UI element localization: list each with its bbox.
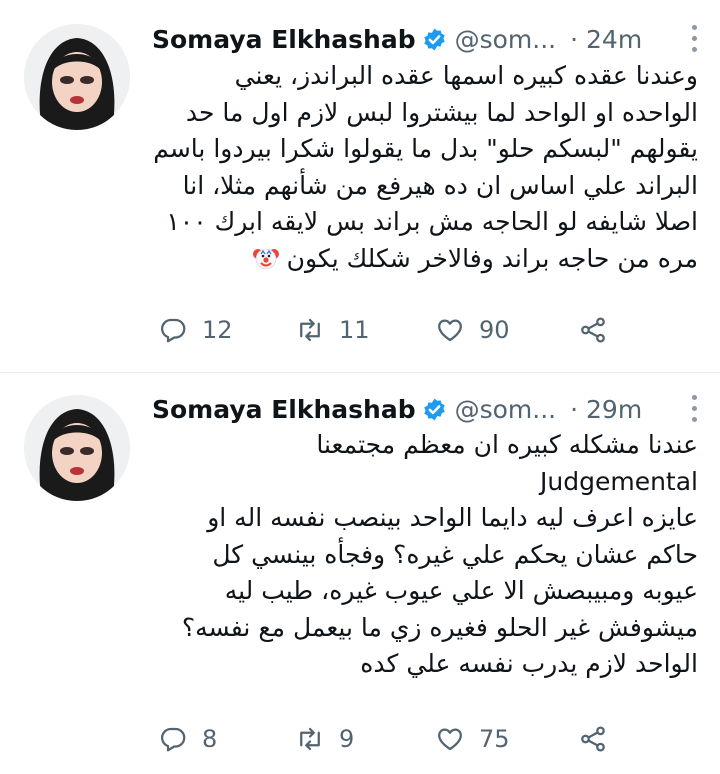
tweet-text: عندنا مشكله كبيره ان معظم مجتمعنا Judgem… <box>150 427 698 683</box>
retweet-icon <box>300 727 320 751</box>
verified-badge-icon <box>423 28 445 50</box>
tweet-line: مره من حاجه براند وفالاخر شكلك يكون <box>286 243 698 273</box>
tweet-2[interactable]: Somaya Elkhashab @som... · 29m عندنا مشك… <box>0 373 720 774</box>
retweet-count: 9 <box>339 725 355 753</box>
author-name[interactable]: Somaya Elkhashab <box>152 395 416 424</box>
author-name[interactable]: Somaya Elkhashab <box>152 25 416 54</box>
tweet-1[interactable]: Somaya Elkhashab @som... · 24m وعندنا عق… <box>0 0 720 372</box>
retweet-button[interactable]: 11 <box>295 310 370 350</box>
tweet-line: عايزه اعرف ليه دايما الواحد بينصب نفسه ا… <box>207 503 698 532</box>
tweet-actions: 8 9 75 <box>150 719 710 759</box>
tweet-line: اصلا شايفه لو الحاجه مش براند بس لايقه ا… <box>166 207 698 236</box>
reply-button[interactable]: 8 <box>158 719 217 759</box>
tweet-line: البراند علي اساس ان ده هيرفع من شأنهم مث… <box>182 170 698 200</box>
author-handle[interactable]: @som... <box>455 395 557 424</box>
avatar[interactable] <box>24 395 130 501</box>
tweet-line: Judgemental <box>540 466 698 496</box>
tweet-actions: 12 11 90 <box>150 310 710 350</box>
tweet-line: عيوبه ومبيبصش الا علي عيوب غيره، طيب ليه <box>224 576 698 605</box>
clown-face-icon <box>252 248 279 269</box>
like-icon <box>438 728 462 751</box>
tweet-text: وعندنا عقده كبيره اسمها عقده البراندز، ي… <box>150 58 698 277</box>
share-icon <box>581 726 605 752</box>
tweet-line-last: مره من حاجه براند وفالاخر شكلك يكون <box>150 241 698 278</box>
avatar-image <box>24 24 130 130</box>
tweet-line: يقولهم "لبسكم حلو" بدل ما يقولوا شكرا بي… <box>153 134 698 163</box>
tweet-time[interactable]: · 24m <box>570 25 642 54</box>
reply-button[interactable]: 12 <box>158 310 233 350</box>
like-button[interactable]: 90 <box>435 310 510 350</box>
tweet-line: الواحده او الواحد لما بيشتروا لبس لازم ا… <box>185 97 698 127</box>
retweet-icon <box>300 318 320 342</box>
tweet-time[interactable]: · 29m <box>570 395 642 424</box>
reply-icon <box>161 727 186 752</box>
tweet-line: وعندنا عقده كبيره اسمها عقده البراندز، ي… <box>234 61 698 90</box>
more-icon[interactable] <box>690 394 698 424</box>
tweet-header: Somaya Elkhashab @som... · 24m <box>152 17 720 61</box>
avatar-image <box>24 395 130 501</box>
share-button[interactable] <box>578 310 622 350</box>
tweet-line: ميشوفش غير الحلو فغيره زي ما بيعمل مع نف… <box>181 612 698 642</box>
reply-icon <box>161 318 186 343</box>
like-count: 75 <box>479 725 510 753</box>
tweet-line: عندنا مشكله كبيره ان معظم مجتمعنا <box>316 430 698 459</box>
like-count: 90 <box>479 316 510 344</box>
share-icon <box>581 317 605 343</box>
tweet-header: Somaya Elkhashab @som... · 29m <box>152 387 720 431</box>
retweet-button[interactable]: 9 <box>295 719 354 759</box>
like-button[interactable]: 75 <box>435 719 510 759</box>
reply-count: 8 <box>202 725 218 753</box>
more-icon[interactable] <box>690 24 698 54</box>
tweet-line: الواحد لازم يدرب نفسه علي كده <box>360 649 698 678</box>
share-button[interactable] <box>578 719 622 759</box>
reply-count: 12 <box>202 316 233 344</box>
retweet-count: 11 <box>339 316 370 344</box>
verified-badge-icon <box>423 398 445 420</box>
like-icon <box>438 319 462 342</box>
avatar[interactable] <box>24 24 130 130</box>
author-handle[interactable]: @som... <box>455 25 557 54</box>
tweet-line: حاكم عشان يحكم علي غيره؟ وفجأه بينسي كل <box>212 539 698 569</box>
